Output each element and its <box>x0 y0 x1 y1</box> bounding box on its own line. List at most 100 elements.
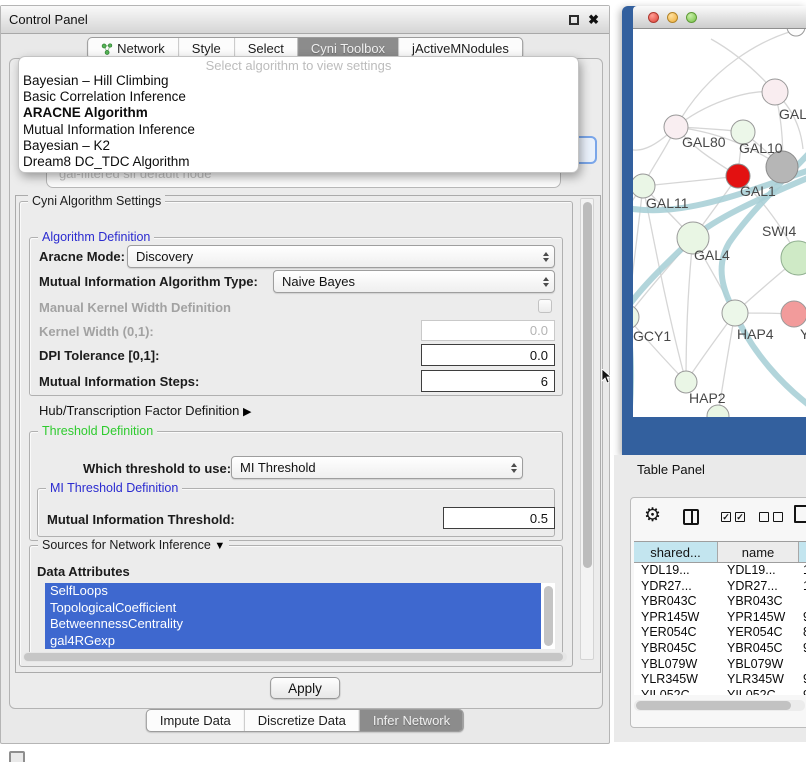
table-row[interactable]: YPR145W YPR145W 9. <box>634 610 806 626</box>
node-label: GAL4 <box>694 247 730 263</box>
apply-button[interactable]: Apply <box>270 677 340 699</box>
algorithm-placeholder: Select algorithm to view settings <box>19 59 578 73</box>
settings-vertical-scrollbar[interactable] <box>580 198 594 660</box>
node-label: GCY1 <box>633 328 671 344</box>
which-threshold-combobox[interactable]: MI Threshold <box>231 456 523 479</box>
network-edge[interactable] <box>643 176 738 186</box>
attribute-item[interactable]: SelfLoops <box>45 583 541 600</box>
control-panel-window: Control Panel ✖ Network Style Select Cyn… <box>0 5 610 744</box>
spinner-arrows-icon <box>511 463 517 473</box>
mac-zoom-icon[interactable] <box>686 12 697 23</box>
data-attributes-label: Data Attributes <box>37 564 130 579</box>
scrollbar-thumb[interactable] <box>636 701 791 710</box>
network-edge[interactable] <box>676 92 775 127</box>
mac-minimize-icon[interactable] <box>667 12 678 23</box>
algorithm-option[interactable]: Dream8 DC_TDC Algorithm <box>19 154 578 170</box>
column-header-shared-name[interactable]: shared... <box>634 542 718 562</box>
table-rows: YDL19... YDL19... 13 YDR27... YDR27... 1… <box>634 563 806 695</box>
algorithm-option[interactable]: Bayesian – Hill Climbing <box>19 73 578 89</box>
select-all-checks-icon[interactable]: ✓ ✓ <box>721 512 747 524</box>
column-header-name[interactable]: name <box>718 542 799 562</box>
node-label: GAL11 <box>646 195 689 211</box>
tab-infer-network[interactable]: Infer Network <box>359 710 463 731</box>
settings-horizontal-scrollbar[interactable] <box>23 652 567 662</box>
table-horizontal-scrollbar[interactable] <box>634 700 805 711</box>
float-window-icon[interactable] <box>569 15 579 25</box>
manual-kernel-width-label: Manual Kernel Width Definition <box>39 300 231 315</box>
hub-definition-expander[interactable]: Hub/Transcription Factor Definition ▶ <box>39 403 251 418</box>
table-row[interactable]: YER054C YER054C 8. <box>634 625 806 641</box>
algorithm-definition-title: Algorithm Definition <box>38 230 154 244</box>
table-header: shared... name <box>634 541 806 563</box>
algorithm-dropdown-popup: Select algorithm to view settings Bayesi… <box>18 56 579 173</box>
attribute-item[interactable]: TopologicalCoefficient <box>45 600 541 617</box>
algorithm-option[interactable]: Mutual Information Inference <box>19 122 578 138</box>
dpi-tolerance-field[interactable]: 0.0 <box>421 344 555 366</box>
mac-close-icon[interactable] <box>648 12 659 23</box>
network-node[interactable] <box>787 29 805 36</box>
deselect-all-checks-icon[interactable] <box>759 512 785 524</box>
table-row[interactable]: YDL19... YDL19... 13 <box>634 563 806 579</box>
data-attributes-list: SelfLoopsTopologicalCoefficientBetweenne… <box>45 583 555 649</box>
mi-threshold-label: Mutual Information Threshold: <box>47 512 235 527</box>
network-node[interactable] <box>722 300 748 326</box>
node-label: HAP4 <box>737 326 774 342</box>
columns-icon[interactable] <box>683 509 699 525</box>
minimized-panel-icon[interactable] <box>9 751 25 762</box>
network-edge[interactable] <box>686 238 693 382</box>
network-graph[interactable]: GALGAL80GAL10GAL1GAL11GAL4SWI4GCY1HAP4YH… <box>633 29 806 417</box>
control-panel-titlebar[interactable]: Control Panel ✖ <box>1 6 609 34</box>
close-icon[interactable]: ✖ <box>588 11 599 29</box>
kernel-width-field: 0.0 <box>421 320 555 341</box>
mi-threshold-group-title: MI Threshold Definition <box>46 481 182 495</box>
network-window-titlebar[interactable] <box>633 6 806 29</box>
network-node[interactable] <box>633 305 639 329</box>
table-panel: ⚙ ✓ ✓ shared... name YDL19... YDL19... 1… <box>630 497 806 728</box>
mi-steps-field[interactable]: 6 <box>421 370 555 392</box>
scrollbar-thumb[interactable] <box>24 653 563 661</box>
table-row[interactable]: YLR345W YLR345W 9. <box>634 672 806 688</box>
tab-discretize-data[interactable]: Discretize Data <box>244 710 359 731</box>
table-panel-title: Table Panel <box>637 462 705 477</box>
table-row[interactable]: YBR043C YBR043C <box>634 594 806 610</box>
mi-algorithm-type-label: Mutual Information Algorithm Type: <box>39 274 258 289</box>
attribute-item[interactable]: gal4RGexp <box>45 633 541 650</box>
network-selector-combobox[interactable]: gal-filtered sif default node <box>46 173 561 188</box>
list-scrollbar-thumb[interactable] <box>544 586 553 646</box>
algorithm-option[interactable]: Basic Correlation Inference <box>19 89 578 105</box>
table-row[interactable]: YIL052C YIL052C 9. <box>634 688 806 695</box>
table-row[interactable]: YBL079W YBL079W <box>634 657 806 673</box>
network-node[interactable] <box>707 405 729 417</box>
aracne-mode-combobox[interactable]: Discovery <box>127 245 555 268</box>
network-node[interactable] <box>762 79 788 105</box>
mouse-cursor <box>601 369 613 385</box>
network-canvas[interactable]: GALGAL80GAL10GAL1GAL11GAL4SWI4GCY1HAP4YH… <box>633 29 806 417</box>
aracne-mode-label: Aracne Mode: <box>39 249 125 264</box>
network-icon <box>101 43 113 55</box>
kernel-width-label: Kernel Width (0,1): <box>39 324 154 339</box>
algorithm-option[interactable]: Bayesian – K2 <box>19 138 578 154</box>
node-label: SWI4 <box>762 223 796 239</box>
sources-group-title[interactable]: Sources for Network Inference ▼ <box>38 538 229 552</box>
column-header-cropped[interactable] <box>799 542 806 562</box>
node-label: Y <box>800 326 806 342</box>
network-node[interactable] <box>781 301 806 327</box>
mi-algorithm-type-combobox[interactable]: Naive Bayes <box>273 270 555 293</box>
node-label: GAL80 <box>682 134 726 150</box>
algorithm-option[interactable]: ARACNE Algorithm <box>19 105 578 121</box>
collapse-down-icon: ▼ <box>214 540 225 552</box>
mi-steps-label: Mutual Information Steps: <box>39 374 199 389</box>
gear-icon[interactable]: ⚙ <box>644 505 661 527</box>
dpi-tolerance-label: DPI Tolerance [0,1]: <box>39 348 159 363</box>
threshold-definition-title: Threshold Definition <box>38 424 157 438</box>
document-icon[interactable] <box>794 505 806 523</box>
table-row[interactable]: YDR27... YDR27... 12 <box>634 579 806 595</box>
tab-impute-data[interactable]: Impute Data <box>147 710 244 731</box>
spinner-arrows-icon <box>543 252 549 262</box>
attribute-item[interactable]: BetweennessCentrality <box>45 616 541 633</box>
network-view-window: GALGAL80GAL10GAL1GAL11GAL4SWI4GCY1HAP4YH… <box>622 6 806 455</box>
algorithm-option-list: Bayesian – Hill ClimbingBasic Correlatio… <box>19 73 578 170</box>
mi-threshold-field[interactable]: 0.5 <box>443 507 555 529</box>
scrollbar-thumb[interactable] <box>583 202 592 568</box>
table-row[interactable]: YBR045C YBR045C 9. <box>634 641 806 657</box>
